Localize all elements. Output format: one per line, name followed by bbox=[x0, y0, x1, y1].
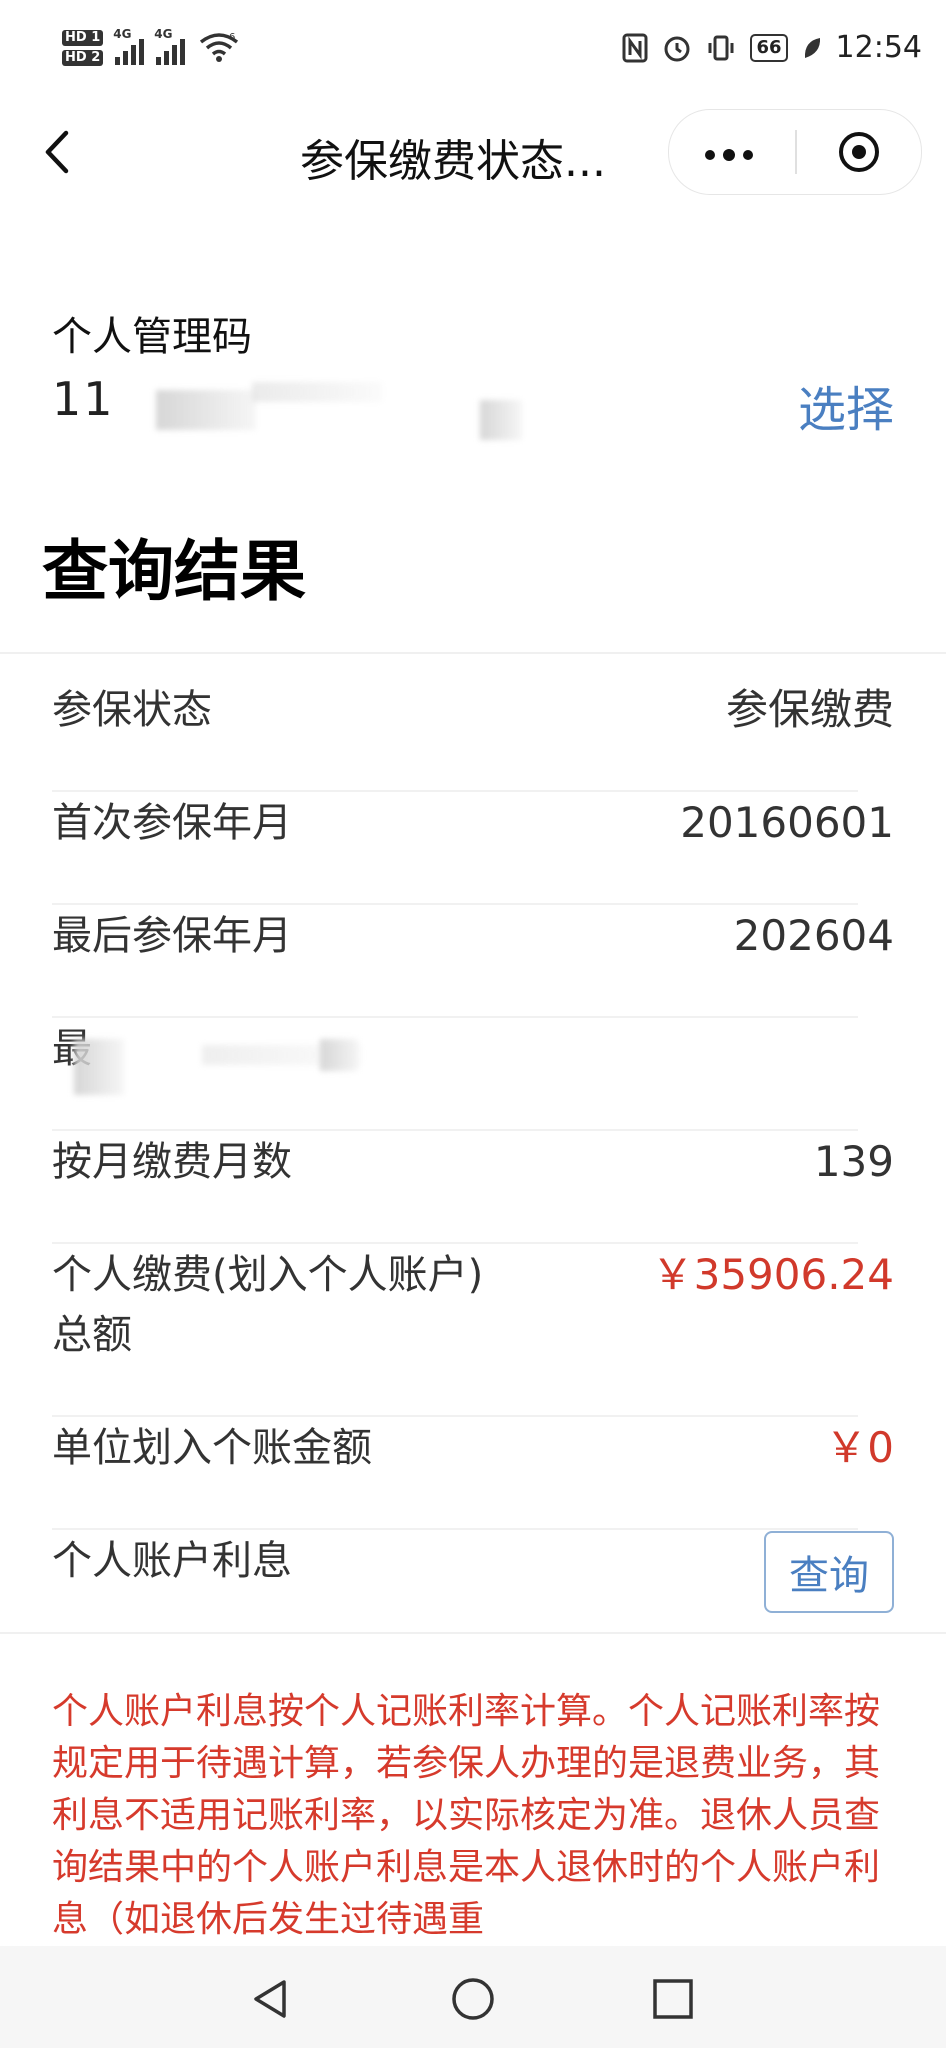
row-divider bbox=[52, 1415, 858, 1417]
status-right: 66 12:54 bbox=[622, 30, 922, 65]
system-nav-bar bbox=[0, 1946, 946, 2048]
nav-bar: 参保缴费状态... bbox=[0, 105, 946, 199]
row-label: 个人缴费(划入个人账户)总额 bbox=[52, 1252, 484, 1358]
redaction-mask bbox=[480, 400, 522, 440]
circle-home-icon[interactable] bbox=[450, 1976, 496, 2022]
row-divider bbox=[52, 1528, 858, 1530]
clock: 12:54 bbox=[835, 30, 922, 65]
wifi-icon: 6 bbox=[200, 32, 239, 62]
row-value: ￥0 bbox=[825, 1423, 894, 1472]
row-divider bbox=[52, 790, 858, 792]
section-divider bbox=[0, 652, 946, 654]
row-divider bbox=[52, 1016, 858, 1018]
row-divider bbox=[52, 1129, 858, 1131]
row-value: ￥35906.24 bbox=[651, 1250, 894, 1299]
row-value: 139 bbox=[813, 1137, 894, 1186]
page-title: 参保缴费状态... bbox=[300, 136, 606, 187]
battery-icon: 66 bbox=[750, 33, 788, 62]
wifi-badge: 6 bbox=[229, 32, 235, 43]
sim-badges: HD 1 HD 2 bbox=[62, 30, 104, 66]
row-value: 202604 bbox=[733, 911, 894, 960]
alarm-icon bbox=[664, 36, 690, 61]
row-label: 参保状态 bbox=[52, 687, 212, 733]
back-arrow-icon[interactable] bbox=[38, 129, 78, 175]
row-label: 单位划入个账金额 bbox=[52, 1425, 372, 1471]
status-left: HD 1 HD 2 4G 4G 6 bbox=[62, 27, 239, 66]
signal-icon-2: 4G bbox=[154, 27, 186, 65]
mini-program-capsule bbox=[668, 109, 922, 195]
row-value: 参保缴费 bbox=[725, 685, 894, 734]
select-button[interactable]: 选择 bbox=[798, 370, 894, 440]
row-divider bbox=[52, 1242, 858, 1244]
management-code-text: 11 bbox=[52, 372, 115, 426]
signal-icon: 4G bbox=[113, 27, 145, 65]
interest-notice: 个人账户利息按个人记账利率计算。个人记账利率按规定用于待遇计算，若参保人办理的是… bbox=[52, 1691, 881, 1940]
redaction-mask bbox=[320, 1039, 358, 1071]
more-dots-icon[interactable] bbox=[705, 149, 753, 161]
leaf-icon bbox=[804, 37, 820, 58]
target-close-icon[interactable] bbox=[837, 130, 881, 174]
results-title: 查询结果 bbox=[42, 533, 306, 610]
sim1-badge: HD 1 bbox=[62, 30, 104, 46]
section-divider bbox=[0, 1632, 946, 1634]
management-code-label: 个人管理码 bbox=[52, 314, 252, 360]
redaction-mask bbox=[74, 1039, 124, 1095]
management-code-value: 11 bbox=[52, 372, 552, 442]
row-divider bbox=[52, 903, 858, 905]
row-label: 首次参保年月 bbox=[52, 800, 292, 846]
redaction-mask bbox=[156, 390, 256, 430]
query-interest-button[interactable]: 查询 bbox=[764, 1531, 894, 1613]
row-label: 最后参保年月 bbox=[52, 913, 292, 959]
sim2-badge: HD 2 bbox=[62, 50, 104, 66]
status-bar: HD 1 HD 2 4G 4G 6 66 12:54 bbox=[0, 0, 946, 105]
square-recent-icon[interactable] bbox=[650, 1976, 696, 2022]
triangle-back-icon[interactable] bbox=[248, 1976, 294, 2022]
row-label: 按月缴费月数 bbox=[52, 1139, 292, 1185]
redaction-mask bbox=[252, 382, 382, 402]
capsule-divider bbox=[795, 130, 797, 174]
vibrate-icon bbox=[708, 35, 734, 60]
nfc-icon bbox=[622, 33, 648, 62]
row-label: 个人账户利息 bbox=[52, 1538, 292, 1584]
row-value: 20160601 bbox=[680, 798, 894, 847]
